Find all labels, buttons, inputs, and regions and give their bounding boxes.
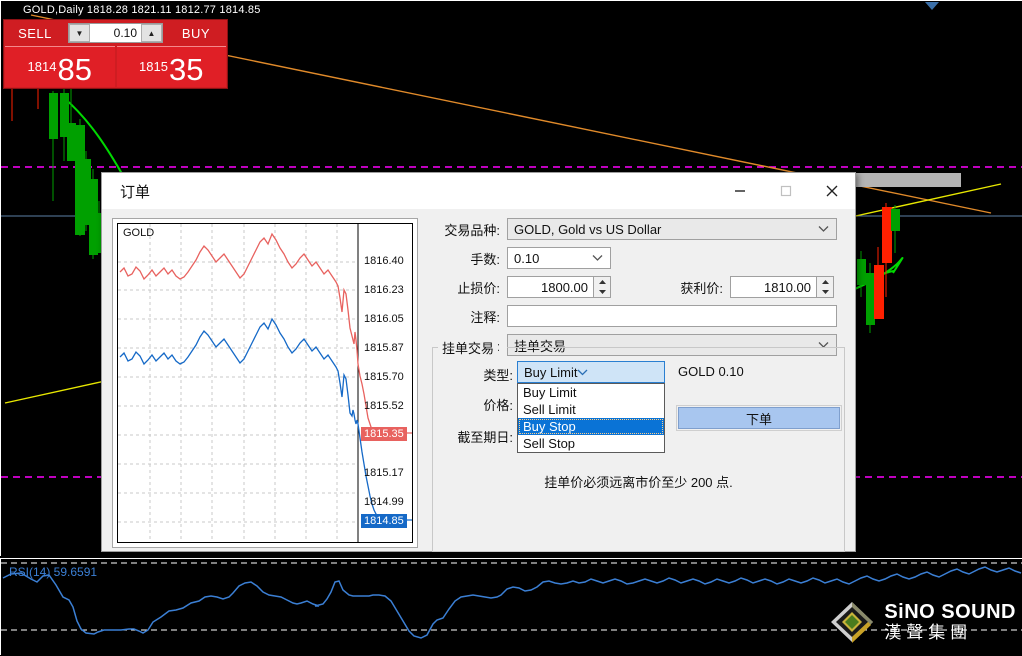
bid-price-badge: 1814.85 [361,514,407,528]
minimize-icon [735,190,745,192]
volume-increment-icon[interactable]: ▲ [141,24,162,42]
pending-price-label: 价格: [483,398,513,413]
takeprofit-stepper[interactable] [817,276,834,298]
order-summary-text: GOLD 0.10 [678,364,744,379]
dropdown-option-buy-stop[interactable]: Buy Stop [518,418,664,435]
pending-type-dropdown-list[interactable]: Buy Limit Sell Limit Buy Stop Sell Stop [517,383,665,453]
dropdown-option-buy-limit[interactable]: Buy Limit [518,384,664,401]
volume-label: 手数: [470,251,500,267]
mini-tick-2: 1816.05 [364,313,404,325]
mini-tick-0: 1816.40 [364,255,404,267]
mini-tick-4: 1815.70 [364,371,404,383]
volume-select[interactable]: 0.10 [507,247,611,269]
pending-type-label: 类型: [483,368,513,383]
close-icon [826,185,838,197]
symbol-label: 交易品种: [444,222,500,238]
pending-group-title: 挂单交易 [438,338,499,357]
mini-chart-symbol: GOLD [123,227,155,239]
sell-label[interactable]: SELL [4,20,66,46]
minimize-button[interactable] [717,173,763,209]
watermark-text: SiNO SOUND 漢聲集團 [884,601,1016,643]
mini-tick-3: 1815.87 [364,342,404,354]
takeprofit-up-icon[interactable] [817,277,833,287]
sell-price-button[interactable]: 1814 85 [5,46,115,87]
maximize-button[interactable] [763,173,809,209]
comment-label: 注释: [470,309,500,325]
chevron-down-icon [592,255,603,261]
oct-top-row: SELL ▼ 0.10 ▲ BUY [4,20,227,46]
symbol-value: GOLD, Gold vs US Dollar [514,221,662,237]
mini-chart-canvas: GOLD 1816.40 1816.23 1816.05 1815.87 181… [117,223,413,543]
pending-type-select[interactable]: Buy Limit [517,361,665,383]
mini-tick-7: 1814.99 [364,496,404,508]
buy-label[interactable]: BUY [165,20,227,46]
caret-down-icon [821,290,829,294]
mini-tick-6: 1815.17 [364,467,404,479]
ask-price-badge: 1815.35 [361,427,407,441]
place-order-button[interactable]: 下单 [676,405,842,431]
dropdown-option-sell-limit[interactable]: Sell Limit [518,401,664,418]
order-dialog[interactable]: 订单 GOLD 1816.40 1816.23 1816.05 1815.87 … [101,172,856,552]
oct-volume-value[interactable]: 0.10 [90,24,141,42]
pending-type-value: Buy Limit [524,364,578,380]
comment-row: 注释: [432,305,845,327]
buy-price-integer: 1815 [139,59,168,74]
order-form: 交易品种: GOLD, Gold vs US Dollar 手数: 0.10 止… [432,218,845,552]
chart-symbol-label: GOLD,Daily 1818.28 1821.11 1812.77 1814.… [23,4,261,16]
diamond-emblem-icon [831,602,874,643]
mini-tick-1: 1816.23 [364,284,404,296]
chevron-down-icon [578,369,588,375]
stoploss-stepper[interactable] [594,276,611,298]
comment-input[interactable] [507,305,837,327]
mini-chart-panel[interactable]: GOLD 1816.40 1816.23 1816.05 1815.87 181… [112,218,418,548]
buy-price-pips: 35 [168,52,204,87]
maximize-icon [780,185,792,197]
close-button[interactable] [809,173,855,209]
symbol-row: 交易品种: GOLD, Gold vs US Dollar [432,218,845,240]
sell-price-integer: 1814 [27,59,57,74]
stoploss-label: 止损价: [457,280,500,296]
group-border-right [507,347,844,348]
dialog-body: GOLD 1816.40 1816.23 1816.05 1815.87 181… [102,209,855,552]
takeprofit-down-icon[interactable] [817,287,833,297]
watermark-logo: SiNO SOUND 漢聲集團 [828,599,1016,645]
sell-price-pips: 85 [57,52,92,87]
watermark-chinese: 漢聲集團 [884,623,973,642]
symbol-select[interactable]: GOLD, Gold vs US Dollar [507,218,837,240]
caret-up-icon [598,280,606,284]
takeprofit-input[interactable]: 1810.00 [730,276,817,298]
stoploss-up-icon[interactable] [594,277,610,287]
mini-tick-5: 1815.52 [364,400,404,412]
dropdown-option-sell-stop[interactable]: Sell Stop [518,435,664,452]
pending-order-group: 挂单交易 类型: Buy Limit Buy Limit Sell Limit … [432,338,845,552]
dialog-titlebar[interactable]: 订单 [102,173,855,209]
buy-price-button[interactable]: 1815 35 [116,46,226,87]
volume-decrement-icon[interactable]: ▼ [69,24,90,42]
sl-tp-row: 止损价: 1800.00 获利价: 1810.00 [432,276,845,298]
watermark-english: SiNO SOUND [884,601,1016,623]
chevron-down-icon [818,226,829,232]
expiry-date-label: 截至期日: [457,430,513,445]
stoploss-input[interactable]: 1800.00 [507,276,594,298]
volume-row: 手数: 0.10 [432,247,845,269]
rsi-value-label: RSI(14) 59.6591 [9,565,98,579]
stoploss-down-icon[interactable] [594,287,610,297]
one-click-trade-panel[interactable]: SELL ▼ 0.10 ▲ BUY 1814 85 1815 35 [3,19,228,89]
oct-price-row: 1814 85 1815 35 [4,46,227,88]
caret-down-icon [598,290,606,294]
dialog-title: 订单 [120,183,151,201]
caret-up-icon [821,280,829,284]
chart-caret-icon [925,2,939,10]
oct-volume-field[interactable]: ▼ 0.10 ▲ [68,23,163,43]
volume-value: 0.10 [514,250,540,266]
takeprofit-label: 获利价: [680,280,723,296]
pending-order-hint: 挂单价必须远离市价至少 200 点. [544,475,733,490]
